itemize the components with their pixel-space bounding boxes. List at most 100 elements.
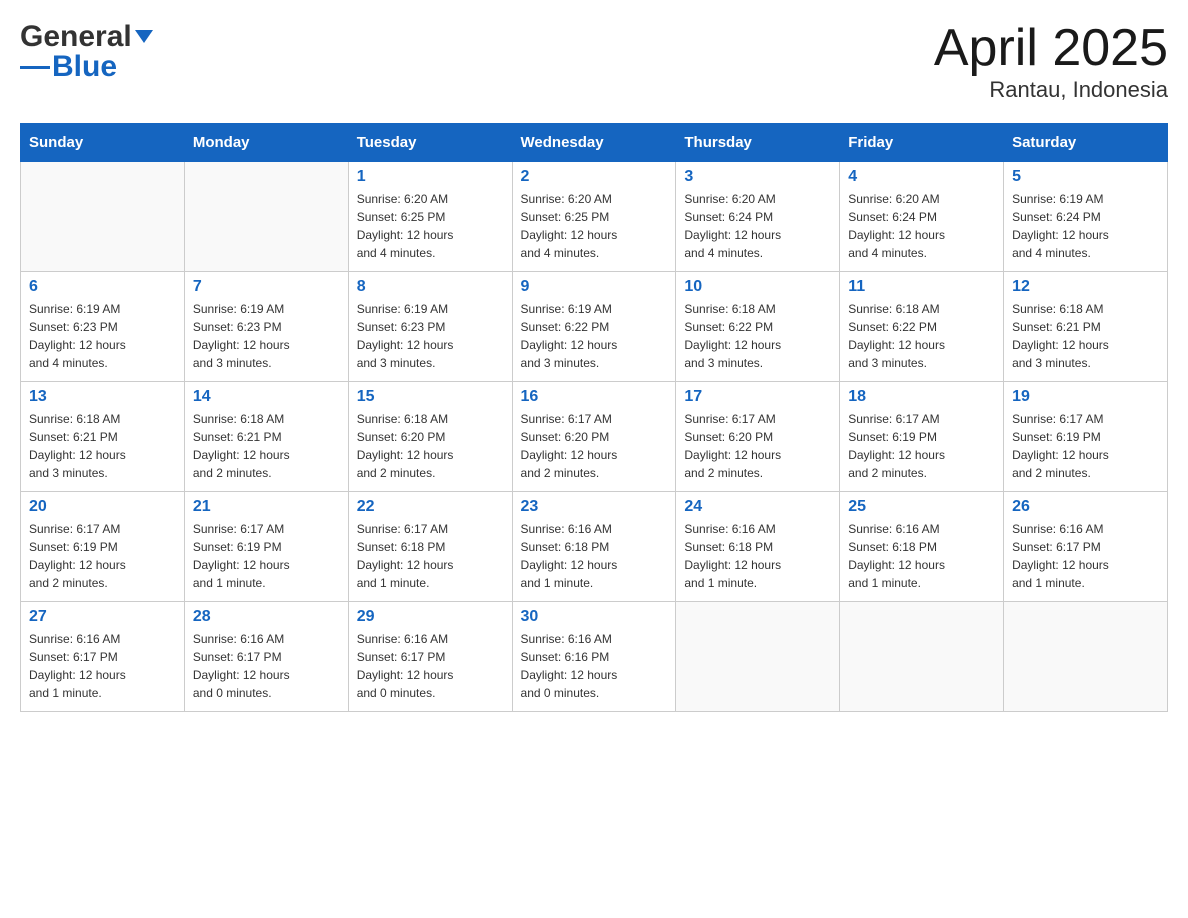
day-info: Sunrise: 6:16 AM Sunset: 6:17 PM Dayligh… <box>357 630 504 702</box>
day-info: Sunrise: 6:16 AM Sunset: 6:17 PM Dayligh… <box>1012 520 1159 592</box>
month-title: April 2025 <box>934 20 1168 77</box>
day-info: Sunrise: 6:16 AM Sunset: 6:18 PM Dayligh… <box>848 520 995 592</box>
calendar-cell <box>676 602 840 712</box>
day-info: Sunrise: 6:19 AM Sunset: 6:22 PM Dayligh… <box>521 300 668 372</box>
calendar-cell <box>184 162 348 272</box>
day-info: Sunrise: 6:17 AM Sunset: 6:19 PM Dayligh… <box>1012 410 1159 482</box>
calendar-cell: 17 Sunrise: 6:17 AM Sunset: 6:20 PM Dayli… <box>676 382 840 492</box>
day-number: 7 <box>193 278 340 296</box>
weekday-header-tuesday: Tuesday <box>348 124 512 162</box>
day-number: 24 <box>684 498 831 516</box>
day-number: 2 <box>521 168 668 186</box>
calendar-cell: 1Sunrise: 6:20 AM Sunset: 6:25 PM Daylig… <box>348 162 512 272</box>
day-info: Sunrise: 6:17 AM Sunset: 6:20 PM Dayligh… <box>684 410 831 482</box>
day-number: 28 <box>193 608 340 626</box>
day-number: 29 <box>357 608 504 626</box>
day-number: 16 <box>521 388 668 406</box>
calendar-cell: 16 Sunrise: 6:17 AM Sunset: 6:20 PM Dayli… <box>512 382 676 492</box>
calendar-cell: 2 Sunrise: 6:20 AM Sunset: 6:25 PM Daylig… <box>512 162 676 272</box>
weekday-header-sunday: Sunday <box>21 124 185 162</box>
weekday-header-wednesday: Wednesday <box>512 124 676 162</box>
day-info: Sunrise: 6:16 AM Sunset: 6:17 PM Dayligh… <box>193 630 340 702</box>
day-info: Sunrise: 6:20 AM Sunset: 6:24 PM Dayligh… <box>848 190 995 262</box>
day-number: 20 <box>29 498 176 516</box>
day-info: Sunrise: 6:18 AM Sunset: 6:21 PM Dayligh… <box>193 410 340 482</box>
calendar-table: SundayMondayTuesdayWednesdayThursdayFrid… <box>20 123 1168 712</box>
logo: General Blue <box>20 20 153 84</box>
calendar-cell: 8 Sunrise: 6:19 AM Sunset: 6:23 PM Daylig… <box>348 272 512 382</box>
day-number: 8 <box>357 278 504 296</box>
calendar-cell: 11Sunrise: 6:18 AM Sunset: 6:22 PM Dayli… <box>840 272 1004 382</box>
day-info: Sunrise: 6:17 AM Sunset: 6:19 PM Dayligh… <box>29 520 176 592</box>
day-info: Sunrise: 6:19 AM Sunset: 6:24 PM Dayligh… <box>1012 190 1159 262</box>
day-info: Sunrise: 6:19 AM Sunset: 6:23 PM Dayligh… <box>357 300 504 372</box>
calendar-cell: 19Sunrise: 6:17 AM Sunset: 6:19 PM Dayli… <box>1004 382 1168 492</box>
day-info: Sunrise: 6:19 AM Sunset: 6:23 PM Dayligh… <box>29 300 176 372</box>
day-info: Sunrise: 6:16 AM Sunset: 6:18 PM Dayligh… <box>684 520 831 592</box>
logo-triangle-icon <box>135 30 153 43</box>
calendar-cell <box>840 602 1004 712</box>
day-number: 4 <box>848 168 995 186</box>
calendar-cell: 18Sunrise: 6:17 AM Sunset: 6:19 PM Dayli… <box>840 382 1004 492</box>
calendar-cell: 24 Sunrise: 6:16 AM Sunset: 6:18 PM Dayli… <box>676 492 840 602</box>
calendar-cell: 25 Sunrise: 6:16 AM Sunset: 6:18 PM Dayli… <box>840 492 1004 602</box>
logo-blue: Blue <box>52 50 117 84</box>
day-number: 6 <box>29 278 176 296</box>
calendar-cell: 3Sunrise: 6:20 AM Sunset: 6:24 PM Daylig… <box>676 162 840 272</box>
calendar-week-3: 13 Sunrise: 6:18 AM Sunset: 6:21 PM Dayli… <box>21 382 1168 492</box>
day-number: 18 <box>848 388 995 406</box>
day-info: Sunrise: 6:17 AM Sunset: 6:20 PM Dayligh… <box>521 410 668 482</box>
day-number: 30 <box>521 608 668 626</box>
calendar-cell <box>21 162 185 272</box>
calendar-cell: 22Sunrise: 6:17 AM Sunset: 6:18 PM Dayli… <box>348 492 512 602</box>
calendar-cell: 15Sunrise: 6:18 AM Sunset: 6:20 PM Dayli… <box>348 382 512 492</box>
calendar-cell: 28 Sunrise: 6:16 AM Sunset: 6:17 PM Dayli… <box>184 602 348 712</box>
calendar-cell: 21 Sunrise: 6:17 AM Sunset: 6:19 PM Dayli… <box>184 492 348 602</box>
calendar-cell: 23 Sunrise: 6:16 AM Sunset: 6:18 PM Dayli… <box>512 492 676 602</box>
day-number: 21 <box>193 498 340 516</box>
day-info: Sunrise: 6:20 AM Sunset: 6:25 PM Dayligh… <box>521 190 668 262</box>
calendar-cell: 20 Sunrise: 6:17 AM Sunset: 6:19 PM Dayli… <box>21 492 185 602</box>
calendar-cell: 6 Sunrise: 6:19 AM Sunset: 6:23 PM Daylig… <box>21 272 185 382</box>
calendar-cell: 13 Sunrise: 6:18 AM Sunset: 6:21 PM Dayli… <box>21 382 185 492</box>
weekday-header-friday: Friday <box>840 124 1004 162</box>
calendar-cell: 9Sunrise: 6:19 AM Sunset: 6:22 PM Daylig… <box>512 272 676 382</box>
calendar-cell: 4 Sunrise: 6:20 AM Sunset: 6:24 PM Daylig… <box>840 162 1004 272</box>
day-info: Sunrise: 6:16 AM Sunset: 6:18 PM Dayligh… <box>521 520 668 592</box>
calendar-cell: 5 Sunrise: 6:19 AM Sunset: 6:24 PM Daylig… <box>1004 162 1168 272</box>
day-info: Sunrise: 6:18 AM Sunset: 6:22 PM Dayligh… <box>848 300 995 372</box>
day-info: Sunrise: 6:16 AM Sunset: 6:17 PM Dayligh… <box>29 630 176 702</box>
day-info: Sunrise: 6:18 AM Sunset: 6:21 PM Dayligh… <box>29 410 176 482</box>
calendar-week-4: 20 Sunrise: 6:17 AM Sunset: 6:19 PM Dayli… <box>21 492 1168 602</box>
day-number: 3 <box>684 168 831 186</box>
day-info: Sunrise: 6:17 AM Sunset: 6:19 PM Dayligh… <box>193 520 340 592</box>
day-info: Sunrise: 6:18 AM Sunset: 6:22 PM Dayligh… <box>684 300 831 372</box>
calendar-week-5: 27Sunrise: 6:16 AM Sunset: 6:17 PM Dayli… <box>21 602 1168 712</box>
calendar-cell: 14 Sunrise: 6:18 AM Sunset: 6:21 PM Dayli… <box>184 382 348 492</box>
calendar-cell: 10 Sunrise: 6:18 AM Sunset: 6:22 PM Dayli… <box>676 272 840 382</box>
day-number: 15 <box>357 388 504 406</box>
calendar-cell <box>1004 602 1168 712</box>
day-info: Sunrise: 6:18 AM Sunset: 6:21 PM Dayligh… <box>1012 300 1159 372</box>
weekday-header-saturday: Saturday <box>1004 124 1168 162</box>
calendar-cell: 29 Sunrise: 6:16 AM Sunset: 6:17 PM Dayli… <box>348 602 512 712</box>
day-number: 10 <box>684 278 831 296</box>
day-number: 17 <box>684 388 831 406</box>
day-number: 5 <box>1012 168 1159 186</box>
day-number: 14 <box>193 388 340 406</box>
location: Rantau, Indonesia <box>934 77 1168 103</box>
weekday-header-monday: Monday <box>184 124 348 162</box>
logo-general: General <box>20 20 132 54</box>
weekday-header-thursday: Thursday <box>676 124 840 162</box>
day-number: 23 <box>521 498 668 516</box>
day-number: 26 <box>1012 498 1159 516</box>
calendar-cell: 27Sunrise: 6:16 AM Sunset: 6:17 PM Dayli… <box>21 602 185 712</box>
calendar-cell: 30Sunrise: 6:16 AM Sunset: 6:16 PM Dayli… <box>512 602 676 712</box>
day-number: 13 <box>29 388 176 406</box>
day-number: 25 <box>848 498 995 516</box>
day-info: Sunrise: 6:19 AM Sunset: 6:23 PM Dayligh… <box>193 300 340 372</box>
day-number: 1 <box>357 168 504 186</box>
day-number: 22 <box>357 498 504 516</box>
weekday-header-row: SundayMondayTuesdayWednesdayThursdayFrid… <box>21 124 1168 162</box>
calendar-cell: 12Sunrise: 6:18 AM Sunset: 6:21 PM Dayli… <box>1004 272 1168 382</box>
